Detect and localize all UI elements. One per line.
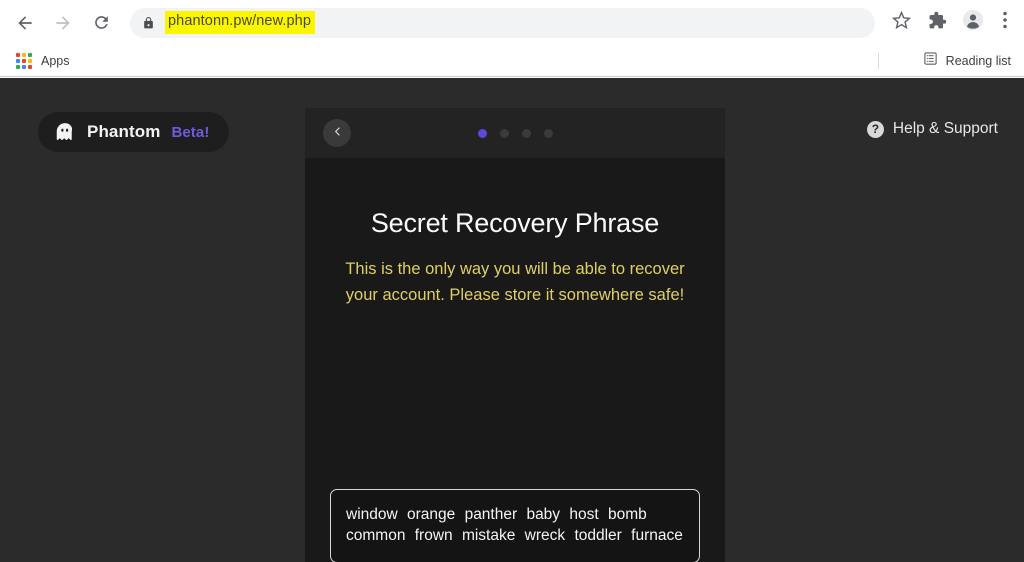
step-dot-4 <box>543 128 553 138</box>
back-step-button[interactable] <box>323 119 351 147</box>
reload-icon <box>92 13 111 32</box>
reload-button[interactable] <box>84 6 118 40</box>
step-dot-3 <box>521 128 531 138</box>
reading-list-icon <box>923 51 938 71</box>
profile-button[interactable] <box>958 8 988 38</box>
modal-header <box>305 108 725 158</box>
profile-avatar-icon <box>962 9 984 36</box>
web-page: Phantom Beta! ? Help & Support Secret Re… <box>0 78 1024 562</box>
help-and-support-label: Help & Support <box>892 120 998 137</box>
brand-beta-badge: Beta! <box>171 123 210 141</box>
bookmark-star-icon <box>891 10 911 35</box>
apps-shortcut[interactable]: Apps <box>10 50 76 72</box>
bookmarks-separator <box>878 53 879 69</box>
phantom-brand-pill[interactable]: Phantom Beta! <box>38 112 230 152</box>
step-dot-1 <box>477 128 487 138</box>
chrome-bottom-divider <box>0 76 1024 77</box>
brand-name: Phantom <box>87 122 161 141</box>
onboarding-modal: Secret Recovery Phrase This is the only … <box>305 108 725 562</box>
lock-icon <box>142 16 155 30</box>
chevron-left-icon <box>332 124 343 142</box>
browser-toolbar: phantonn.pw/new.php <box>0 0 1024 45</box>
address-bar[interactable]: phantonn.pw/new.php <box>130 7 875 38</box>
url-text-wrap: phantonn.pw/new.php <box>165 11 315 34</box>
back-button[interactable] <box>8 6 42 40</box>
arrow-right-icon <box>53 13 73 33</box>
step-indicator <box>477 128 553 138</box>
step-dot-2 <box>499 128 509 138</box>
help-and-support-link[interactable]: ? Help & Support <box>866 120 998 138</box>
forward-button[interactable] <box>46 6 80 40</box>
phantom-ghost-icon <box>54 121 76 143</box>
question-circle-icon: ? <box>866 120 884 138</box>
chrome-menu-icon <box>1003 11 1007 34</box>
recovery-phrase-box[interactable]: window orange panther baby host bomb com… <box>330 489 700 562</box>
modal-body: Secret Recovery Phrase This is the only … <box>305 158 725 562</box>
chrome-menu-button[interactable] <box>994 8 1016 38</box>
arrow-left-icon <box>15 13 35 33</box>
page-title: Secret Recovery Phrase <box>370 208 660 238</box>
bookmarks-bar: Apps Reading list <box>0 45 1024 77</box>
onboarding-screen: Phantom Beta! ? Help & Support Secret Re… <box>0 78 1024 562</box>
apps-grid-icon <box>16 53 32 69</box>
warning-text: This is the only way you will be able to… <box>345 260 685 305</box>
reading-list-label: Reading list <box>945 54 1011 68</box>
browser-chrome: phantonn.pw/new.php Apps Reading list <box>0 0 1024 78</box>
reading-list-button[interactable]: Reading list <box>918 48 1016 74</box>
extensions-puzzle-icon <box>928 11 947 35</box>
url-text[interactable]: phantonn.pw/new.php <box>165 11 315 34</box>
bookmark-star-button[interactable] <box>886 8 916 38</box>
extensions-button[interactable] <box>922 8 952 38</box>
recovery-phrase-words: window orange panther baby host bomb com… <box>346 506 683 544</box>
apps-label: Apps <box>41 54 70 68</box>
